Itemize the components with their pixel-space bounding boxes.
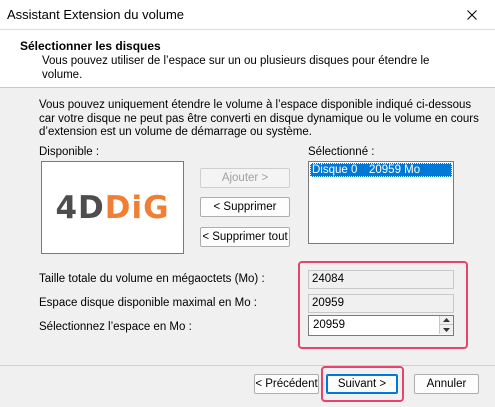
logo-part-accent: DiG — [104, 189, 170, 226]
disk-name: Disque 0 — [312, 164, 358, 176]
add-button[interactable]: Ajouter > — [200, 168, 290, 188]
back-button[interactable]: < Précédent — [254, 374, 319, 394]
page-title: Sélectionner les disques — [20, 39, 161, 53]
fields-highlight — [298, 261, 468, 349]
close-icon — [467, 10, 477, 20]
title-bar: Assistant Extension du volume — [0, 0, 495, 30]
remove-all-button[interactable]: < Supprimer tout — [200, 227, 290, 247]
list-item[interactable]: Disque 0 20959 Mo — [310, 163, 452, 177]
wizard-header: Sélectionner les disques Vous pouvez uti… — [0, 30, 495, 88]
select-space-label: Sélectionnez l’espace en Mo : — [39, 321, 192, 333]
page-subtitle: Vous pouvez utiliser de l’espace sur un … — [42, 55, 430, 81]
4ddig-logo: 4DDiG — [55, 190, 169, 226]
next-button-highlight — [321, 366, 404, 402]
window-title: Assistant Extension du volume — [7, 7, 185, 22]
close-button[interactable] — [449, 0, 495, 30]
cancel-button[interactable]: Annuler — [414, 374, 479, 394]
max-space-label: Espace disque disponible maximal en Mo : — [39, 297, 257, 309]
footer-divider — [0, 365, 495, 366]
available-disks-list[interactable]: 4DDiG — [41, 161, 184, 254]
remove-button[interactable]: < Supprimer — [200, 197, 290, 217]
intro-text: Vous pouvez uniquement étendre le volume… — [39, 99, 479, 138]
total-size-label: Taille totale du volume en mégaoctets (M… — [39, 273, 265, 285]
disk-size: 20959 Mo — [369, 164, 421, 176]
selected-label: Sélectionné : — [308, 146, 375, 158]
logo-part-dark: 4D — [55, 189, 105, 226]
available-label: Disponible : — [39, 146, 100, 158]
selected-disks-list[interactable]: Disque 0 20959 Mo — [308, 161, 454, 244]
